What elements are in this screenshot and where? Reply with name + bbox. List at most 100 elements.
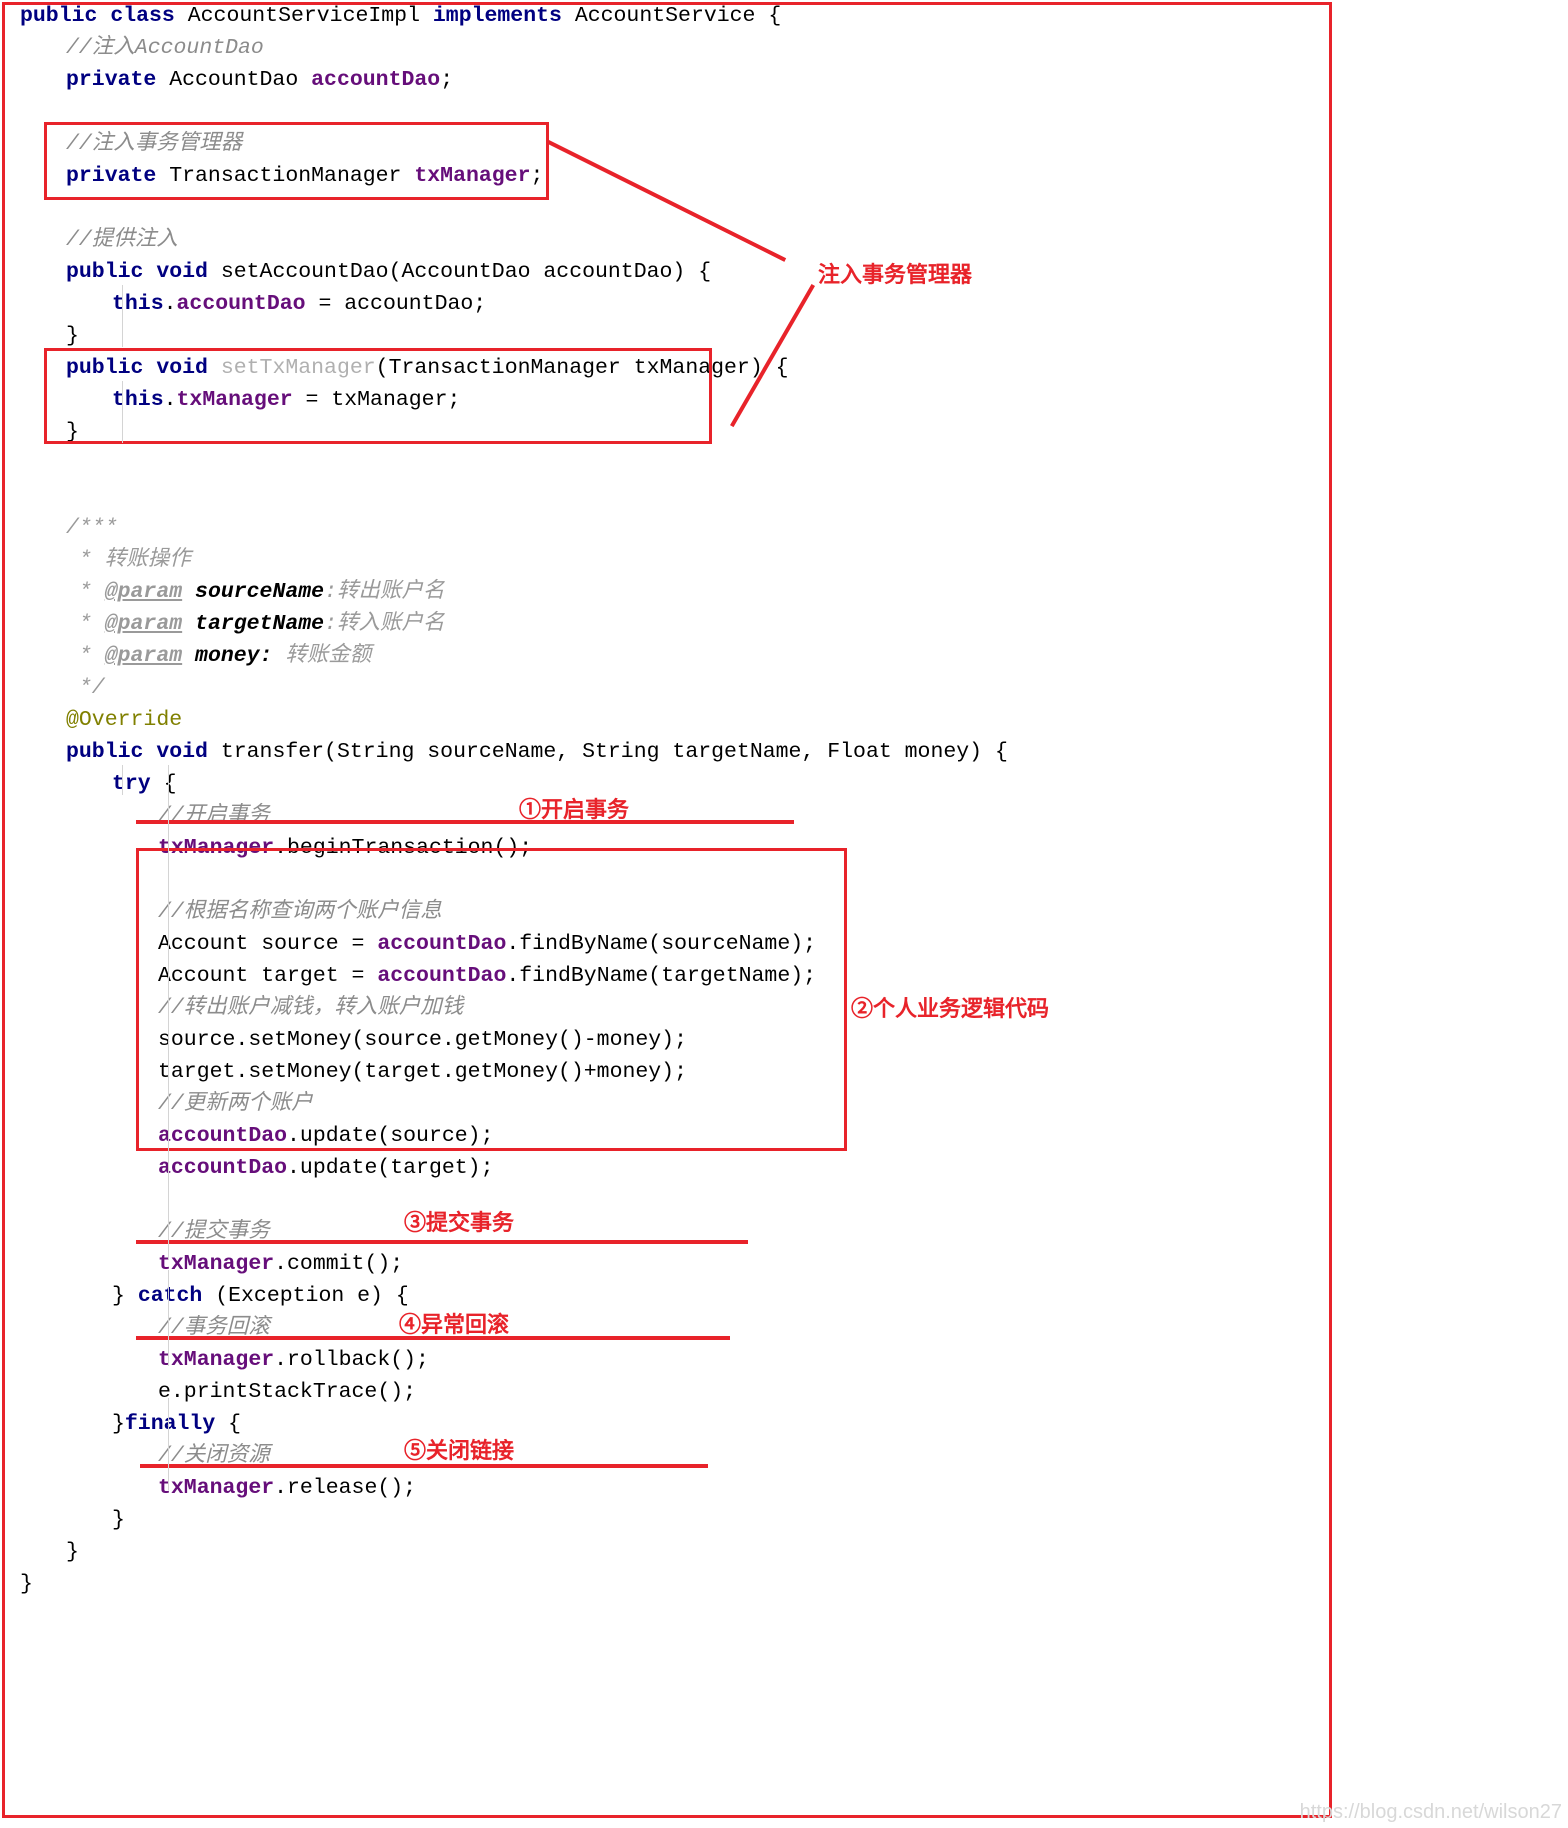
java-code-block: public class AccountServiceImpl implemen… [0, 0, 1340, 1600]
code-token: @param [104, 580, 183, 604]
code-screenshot-page: public class AccountServiceImpl implemen… [0, 0, 1568, 1828]
code-line: Account target = accountDao.findByName(t… [0, 960, 1340, 992]
code-token: private [66, 68, 170, 92]
code-line: txManager.rollback(); [0, 1344, 1340, 1376]
code-token: public [66, 356, 157, 380]
code-token: class [110, 4, 188, 28]
code-line: } [0, 320, 1340, 352]
indent-guide [122, 381, 123, 443]
code-token: //开启事务 [158, 804, 270, 828]
code-token: .beginTransaction(); [274, 836, 533, 860]
code-token: } [112, 1412, 125, 1436]
code-token: :转出账户名 [324, 580, 445, 604]
code-token: void [156, 260, 221, 284]
code-line [0, 96, 1340, 128]
code-token: //提交事务 [158, 1220, 270, 1244]
code-line: //注入AccountDao [0, 32, 1340, 64]
code-line: //开启事务 [0, 800, 1340, 832]
code-token: * 转账操作 [66, 548, 191, 572]
code-token: //提供注入 [66, 228, 178, 252]
code-token: /*** [66, 516, 118, 540]
code-token: //注入AccountDao [66, 36, 264, 60]
code-token: AccountService { [574, 4, 782, 28]
code-token: accountDao [377, 932, 507, 956]
indent-guide [168, 765, 169, 1260]
code-token: .commit(); [274, 1252, 404, 1276]
code-line [0, 864, 1340, 896]
code-line: //根据名称查询两个账户信息 [0, 896, 1340, 928]
code-token: targetName [182, 612, 325, 636]
code-token: . [163, 292, 177, 316]
code-token: 转账金额 [272, 644, 372, 668]
code-line: public void setTxManager(TransactionMana… [0, 352, 1340, 384]
code-token: try [112, 772, 151, 796]
code-token: implements [432, 4, 575, 28]
code-token: source.setMoney(source.getMoney()-money)… [158, 1028, 687, 1052]
code-token: txManager [158, 836, 275, 860]
code-line: accountDao.update(source); [0, 1120, 1340, 1152]
code-line: this.txManager = txManager; [0, 384, 1340, 416]
code-line: * @param targetName:转入账户名 [0, 608, 1340, 640]
code-line: txManager.commit(); [0, 1248, 1340, 1280]
code-token: } [66, 1540, 79, 1564]
code-line: * @param sourceName:转出账户名 [0, 576, 1340, 608]
code-line: try { [0, 768, 1340, 800]
annotation-step1: ①开启事务 [519, 797, 630, 822]
code-line: txManager.beginTransaction(); [0, 832, 1340, 864]
code-line: source.setMoney(source.getMoney()-money)… [0, 1024, 1340, 1056]
code-line: //注入事务管理器 [0, 128, 1340, 160]
code-token: * [66, 612, 105, 636]
code-line: e.printStackTrace(); [0, 1376, 1340, 1408]
code-token: } [20, 1572, 33, 1596]
code-token: .findByName(sourceName); [506, 932, 817, 956]
annotation-step5: ⑤关闭链接 [404, 1438, 515, 1463]
code-token: Account source = [158, 932, 378, 956]
code-token: = accountDao; [305, 292, 487, 316]
code-token: txManager [158, 1252, 275, 1276]
code-token: accountDao [377, 964, 507, 988]
code-token: accountDao [158, 1124, 288, 1148]
code-token: ; [530, 164, 544, 188]
code-token: transfer(String sourceName, String targe… [220, 740, 1008, 764]
code-line: } [0, 1536, 1340, 1568]
code-line: target.setMoney(target.getMoney()+money)… [0, 1056, 1340, 1088]
annotation-step2: ②个人业务逻辑代码 [851, 996, 1050, 1021]
code-token: AccountServiceImpl [187, 4, 433, 28]
code-line: private TransactionManager txManager; [0, 160, 1340, 192]
code-line: //更新两个账户 [0, 1088, 1340, 1120]
code-line: }finally { [0, 1408, 1340, 1440]
code-token: e.printStackTrace(); [158, 1380, 417, 1404]
indent-guide [122, 285, 123, 347]
code-line: //关闭资源 [0, 1440, 1340, 1472]
code-line: private AccountDao accountDao; [0, 64, 1340, 96]
code-token: accountDao [158, 1156, 288, 1180]
code-token: { [215, 1412, 242, 1436]
code-token: * [66, 644, 105, 668]
code-token: public [66, 740, 157, 764]
code-token: //注入事务管理器 [66, 132, 243, 156]
code-token: setAccountDao(AccountDao accountDao) { [220, 260, 712, 284]
code-token: //关闭资源 [158, 1444, 270, 1468]
code-token: void [156, 356, 221, 380]
code-token: } [66, 420, 79, 444]
code-token: private [66, 164, 170, 188]
code-token: money: [182, 644, 273, 668]
code-token: } [66, 324, 79, 348]
code-line: accountDao.update(target); [0, 1152, 1340, 1184]
code-line: } [0, 416, 1340, 448]
code-token: (Exception e) { [202, 1284, 409, 1308]
code-token: ; [440, 68, 454, 92]
code-line [0, 192, 1340, 224]
code-token: AccountDao [169, 68, 312, 92]
code-line [0, 1184, 1340, 1216]
code-line: //提交事务 [0, 1216, 1340, 1248]
code-line: * 转账操作 [0, 544, 1340, 576]
code-token: //转出账户减钱，转入账户加钱 [158, 996, 464, 1020]
code-token: .update(target); [287, 1156, 494, 1180]
code-token: //更新两个账户 [158, 1092, 313, 1116]
code-line: this.accountDao = accountDao; [0, 288, 1340, 320]
